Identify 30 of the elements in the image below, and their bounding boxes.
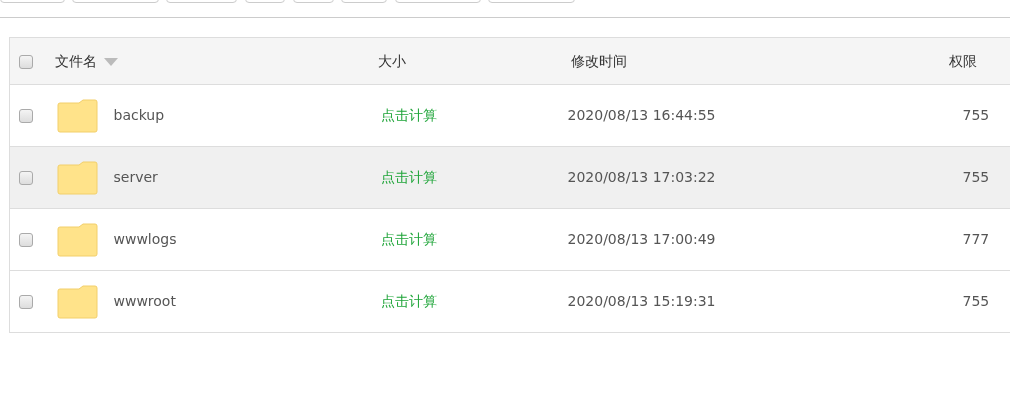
folder-icon — [56, 98, 98, 133]
checkbox[interactable] — [19, 109, 33, 123]
file-name[interactable]: wwwroot — [113, 291, 176, 312]
permission: 777 — [962, 231, 990, 247]
checkbox[interactable] — [19, 295, 33, 309]
file-name[interactable]: wwwlogs — [113, 229, 177, 250]
column-header[interactable]: 权限 — [948, 52, 977, 69]
modified-time: 2020/08/13 17:00:49 — [567, 231, 716, 247]
modified-time: 2020/08/13 15:19:31 — [567, 293, 716, 309]
permission: 755 — [962, 293, 990, 309]
folder-icon — [56, 160, 98, 195]
modified-time: 2020/08/13 17:03:22 — [567, 169, 716, 185]
column-header[interactable]: 大小 — [377, 52, 406, 69]
checkbox[interactable] — [19, 233, 33, 247]
checkbox[interactable] — [19, 171, 33, 185]
file-row[interactable]: backup 点击计算 2020/08/13 16:44:55 755 — [9, 84, 1010, 147]
permission: 755 — [962, 107, 990, 123]
file-name[interactable]: backup — [113, 105, 165, 126]
checkbox[interactable] — [19, 54, 33, 69]
column-header[interactable]: 文件名 — [54, 52, 97, 69]
folder-icon — [56, 284, 98, 319]
folder-icon — [56, 222, 98, 257]
file-row[interactable]: server 点击计算 2020/08/13 17:03:22 755 — [9, 146, 1010, 209]
permission: 755 — [962, 169, 990, 185]
column-header[interactable]: 修改时间 — [570, 52, 627, 69]
file-row[interactable]: wwwroot 点击计算 2020/08/13 15:19:31 755 — [9, 270, 1010, 333]
sort-caret-icon — [103, 57, 118, 66]
file-name[interactable]: server — [113, 167, 158, 188]
file-row[interactable]: wwwlogs 点击计算 2020/08/13 17:00:49 777 — [9, 208, 1010, 271]
modified-time: 2020/08/13 16:44:55 — [567, 107, 716, 123]
